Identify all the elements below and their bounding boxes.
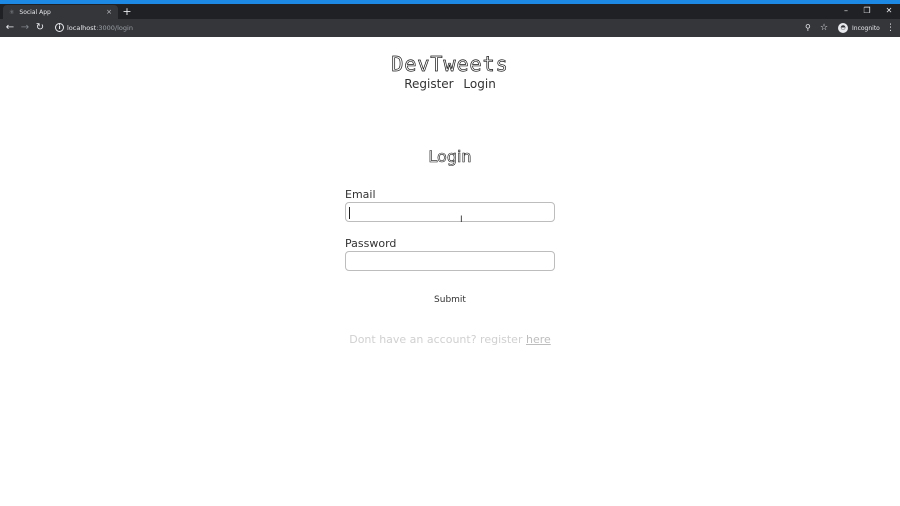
site-brand[interactable]: DevTweets — [0, 52, 900, 77]
zoom-icon[interactable]: ⚲ — [805, 21, 811, 35]
browser-menu-icon[interactable]: ⋮ — [886, 21, 895, 35]
maximize-icon[interactable]: ❐ — [856, 4, 878, 18]
site-info-icon[interactable]: i — [55, 23, 64, 32]
register-prompt-text: Dont have an account? register — [349, 333, 526, 346]
address-bar[interactable]: localhost:3000/login — [67, 22, 133, 34]
incognito-label: Incognito — [852, 24, 880, 32]
browser-toolbar: ← → ↻ i localhost:3000/login ⚲ ☆ ◓ Incog… — [0, 19, 900, 37]
text-caret — [349, 207, 350, 219]
password-field[interactable] — [345, 251, 555, 271]
incognito-profile-button[interactable]: ◓ Incognito — [838, 22, 880, 34]
site-nav: Register Login — [0, 77, 900, 91]
incognito-icon: ◓ — [838, 23, 848, 33]
url-path: :3000/login — [96, 24, 133, 32]
tab-close-icon[interactable]: × — [104, 8, 114, 16]
bookmark-star-icon[interactable]: ☆ — [820, 21, 828, 35]
minimize-icon[interactable]: – — [835, 4, 857, 18]
tab-bar: ⚛ Social App × + – ❐ ✕ — [0, 4, 900, 19]
url-host: localhost — [67, 24, 97, 32]
back-icon[interactable]: ← — [3, 21, 17, 35]
window-close-icon[interactable]: ✕ — [878, 4, 900, 18]
nav-login-link[interactable]: Login — [463, 77, 495, 91]
register-prompt: Dont have an account? register here — [0, 333, 900, 346]
login-heading: Login — [428, 147, 472, 167]
text-cursor-icon: I — [460, 215, 463, 225]
password-label: Password — [345, 237, 397, 250]
tab-social-app[interactable]: ⚛ Social App × — [3, 5, 118, 19]
email-label: Email — [345, 188, 376, 201]
nav-register-link[interactable]: Register — [404, 77, 453, 91]
email-field[interactable] — [345, 202, 555, 222]
forward-icon[interactable]: → — [18, 21, 32, 35]
register-here-link[interactable]: here — [526, 333, 551, 346]
react-favicon-icon: ⚛ — [9, 8, 15, 16]
reload-icon[interactable]: ↻ — [33, 21, 47, 35]
tab-title: Social App — [19, 8, 51, 16]
page-content: DevTweets Register Login Login Email I P… — [0, 37, 900, 506]
submit-button[interactable]: Submit — [420, 292, 480, 308]
new-tab-button[interactable]: + — [121, 5, 133, 18]
